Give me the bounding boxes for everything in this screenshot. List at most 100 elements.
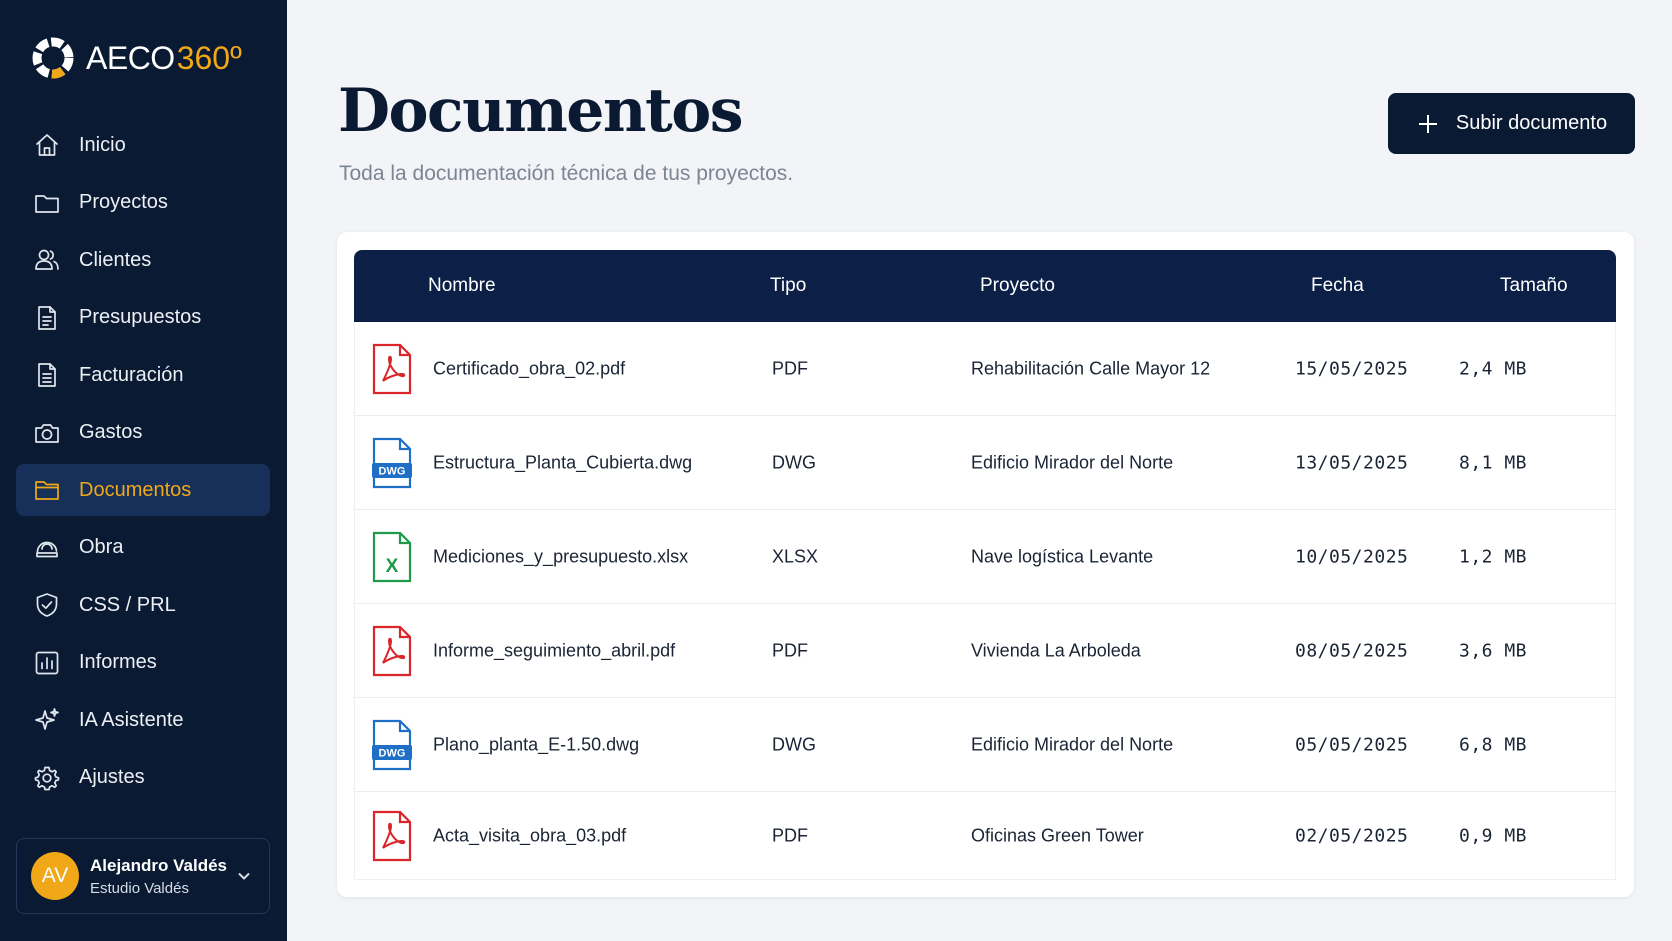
document-icon xyxy=(33,304,61,332)
documents-card: Nombre Tipo Proyecto Fecha Tamaño Certif… xyxy=(337,232,1634,897)
file-name[interactable]: Informe_seguimiento_abril.pdf xyxy=(433,640,675,661)
sidebar-item-clientes[interactable]: Clientes xyxy=(16,234,270,286)
shield-check-icon xyxy=(33,591,61,619)
sidebar-item-label: Proyectos xyxy=(79,191,168,213)
pdf-file-icon xyxy=(372,343,412,395)
sparkles-icon xyxy=(33,706,61,734)
sidebar-item-label: Gastos xyxy=(79,421,143,443)
file-type: DWG xyxy=(772,452,816,472)
file-date: 08/05/2025 xyxy=(1295,640,1409,661)
avatar: AV xyxy=(31,852,79,900)
pdf-file-icon xyxy=(372,810,412,862)
page-subtitle: Toda la documentación técnica de tus pro… xyxy=(339,162,794,185)
table-row[interactable]: Certificado_obra_02.pdf PDF Rehabilitaci… xyxy=(354,322,1616,416)
sidebar-item-informes[interactable]: Informes xyxy=(16,637,270,689)
dwg-badge-label: DWG xyxy=(379,465,406,477)
folder-open-icon xyxy=(33,476,61,504)
gear-icon xyxy=(33,764,61,792)
file-type: PDF xyxy=(772,640,808,660)
file-project: Edificio Mirador del Norte xyxy=(971,452,1174,472)
sidebar-item-label: CSS / PRL xyxy=(79,593,176,616)
file-date: 13/05/2025 xyxy=(1295,452,1409,473)
file-name[interactable]: Estructura_Planta_Cubierta.dwg xyxy=(433,452,692,473)
file-project: Vivienda La Arboleda xyxy=(971,640,1141,660)
table-row[interactable]: DWG Estructura_Planta_Cubierta.dwg DWG E… xyxy=(354,416,1616,510)
brand-accent: 360º xyxy=(176,39,242,76)
column-header-fecha[interactable]: Fecha xyxy=(1311,275,1364,297)
file-project: Nave logística Levante xyxy=(971,546,1154,566)
table-header: Nombre Tipo Proyecto Fecha Tamaño xyxy=(354,250,1616,322)
user-org: Estudio Valdés xyxy=(90,879,189,897)
file-date: 10/05/2025 xyxy=(1295,546,1409,567)
brand-logo[interactable]: AECO 360º xyxy=(30,34,242,82)
sidebar-item-label: Presupuestos xyxy=(79,306,202,328)
sidebar: AECO 360º Inicio Proyectos Clientes Pres… xyxy=(0,0,287,941)
column-header-tamano[interactable]: Tamaño xyxy=(1500,275,1568,297)
file-date: 05/05/2025 xyxy=(1295,734,1409,755)
file-project: Edificio Mirador del Norte xyxy=(971,734,1174,754)
sidebar-item-css-prl[interactable]: CSS / PRL xyxy=(16,579,270,631)
chevron-down-icon[interactable] xyxy=(233,865,255,887)
xlsx-file-icon: X xyxy=(372,531,412,583)
sidebar-item-label: Ajustes xyxy=(79,766,145,788)
invoice-icon xyxy=(33,361,61,389)
plus-icon xyxy=(1416,112,1440,136)
sidebar-item-proyectos[interactable]: Proyectos xyxy=(16,177,270,229)
upload-document-button[interactable]: Subir documento xyxy=(1388,93,1635,154)
user-info: Alejandro Valdés Estudio Valdés xyxy=(90,856,233,897)
xlsx-badge-label: X xyxy=(386,556,399,577)
sidebar-item-gastos[interactable]: Gastos xyxy=(16,407,270,459)
camera-icon xyxy=(33,419,61,447)
dwg-badge-label: DWG xyxy=(379,747,406,759)
file-name[interactable]: Acta_visita_obra_03.pdf xyxy=(433,825,626,846)
sidebar-item-label: Obra xyxy=(79,536,124,558)
table-row[interactable]: X Mediciones_y_presupuesto.xlsx XLSX Nav… xyxy=(354,510,1616,604)
column-header-tipo[interactable]: Tipo xyxy=(770,275,806,297)
folder-icon xyxy=(33,189,61,217)
logo-ring-icon xyxy=(32,37,74,79)
user-menu[interactable]: AV Alejandro Valdés Estudio Valdés xyxy=(16,838,270,914)
file-size: 2,4 MB xyxy=(1459,358,1528,379)
sidebar-item-label: Inicio xyxy=(79,133,126,156)
upload-document-label: Subir documento xyxy=(1455,112,1608,134)
file-date: 02/05/2025 xyxy=(1295,825,1409,846)
column-header-proyecto[interactable]: Proyecto xyxy=(980,275,1055,297)
user-name: Alejandro Valdés xyxy=(90,855,227,875)
table-row[interactable]: Acta_visita_obra_03.pdf PDF Oficinas Gre… xyxy=(354,792,1616,880)
helmet-icon xyxy=(33,534,61,562)
dwg-file-icon: DWG xyxy=(372,437,412,489)
users-icon xyxy=(33,246,61,274)
file-name[interactable]: Plano_planta_E-1.50.dwg xyxy=(433,734,639,755)
sidebar-item-inicio[interactable]: Inicio xyxy=(16,119,270,171)
brand-name: AECO xyxy=(86,39,175,76)
sidebar-item-ajustes[interactable]: Ajustes xyxy=(16,752,270,804)
file-name[interactable]: Certificado_obra_02.pdf xyxy=(433,358,625,379)
file-type: PDF xyxy=(772,825,808,845)
file-name[interactable]: Mediciones_y_presupuesto.xlsx xyxy=(433,546,688,567)
sidebar-item-obra[interactable]: Obra xyxy=(16,522,270,574)
file-date: 15/05/2025 xyxy=(1295,358,1409,379)
file-type: XLSX xyxy=(772,546,819,566)
pdf-file-icon xyxy=(372,625,412,677)
column-header-nombre[interactable]: Nombre xyxy=(428,275,496,297)
file-size: 6,8 MB xyxy=(1459,734,1528,755)
file-type: PDF xyxy=(772,358,808,378)
file-size: 0,9 MB xyxy=(1459,825,1528,846)
sidebar-item-documentos[interactable]: Documentos xyxy=(16,464,270,516)
table-body: Certificado_obra_02.pdf PDF Rehabilitaci… xyxy=(354,322,1616,880)
file-size: 3,6 MB xyxy=(1459,640,1528,661)
dwg-file-icon: DWG xyxy=(372,719,412,771)
table-row[interactable]: Informe_seguimiento_abril.pdf PDF Vivien… xyxy=(354,604,1616,698)
file-type: DWG xyxy=(772,734,816,754)
file-size: 8,1 MB xyxy=(1459,452,1528,473)
bar-chart-icon xyxy=(33,649,61,677)
file-size: 1,2 MB xyxy=(1459,546,1528,567)
page-title: Documentos xyxy=(338,76,744,146)
sidebar-item-label: IA Asistente xyxy=(79,708,184,731)
sidebar-item-ia-asistente[interactable]: IA Asistente xyxy=(16,694,270,746)
file-project: Rehabilitación Calle Mayor 12 xyxy=(971,358,1211,378)
table-row[interactable]: DWG Plano_planta_E-1.50.dwg DWG Edificio… xyxy=(354,698,1616,792)
sidebar-item-presupuestos[interactable]: Presupuestos xyxy=(16,292,270,344)
sidebar-item-label: Informes xyxy=(79,651,157,673)
sidebar-item-facturacion[interactable]: Facturación xyxy=(16,349,270,401)
